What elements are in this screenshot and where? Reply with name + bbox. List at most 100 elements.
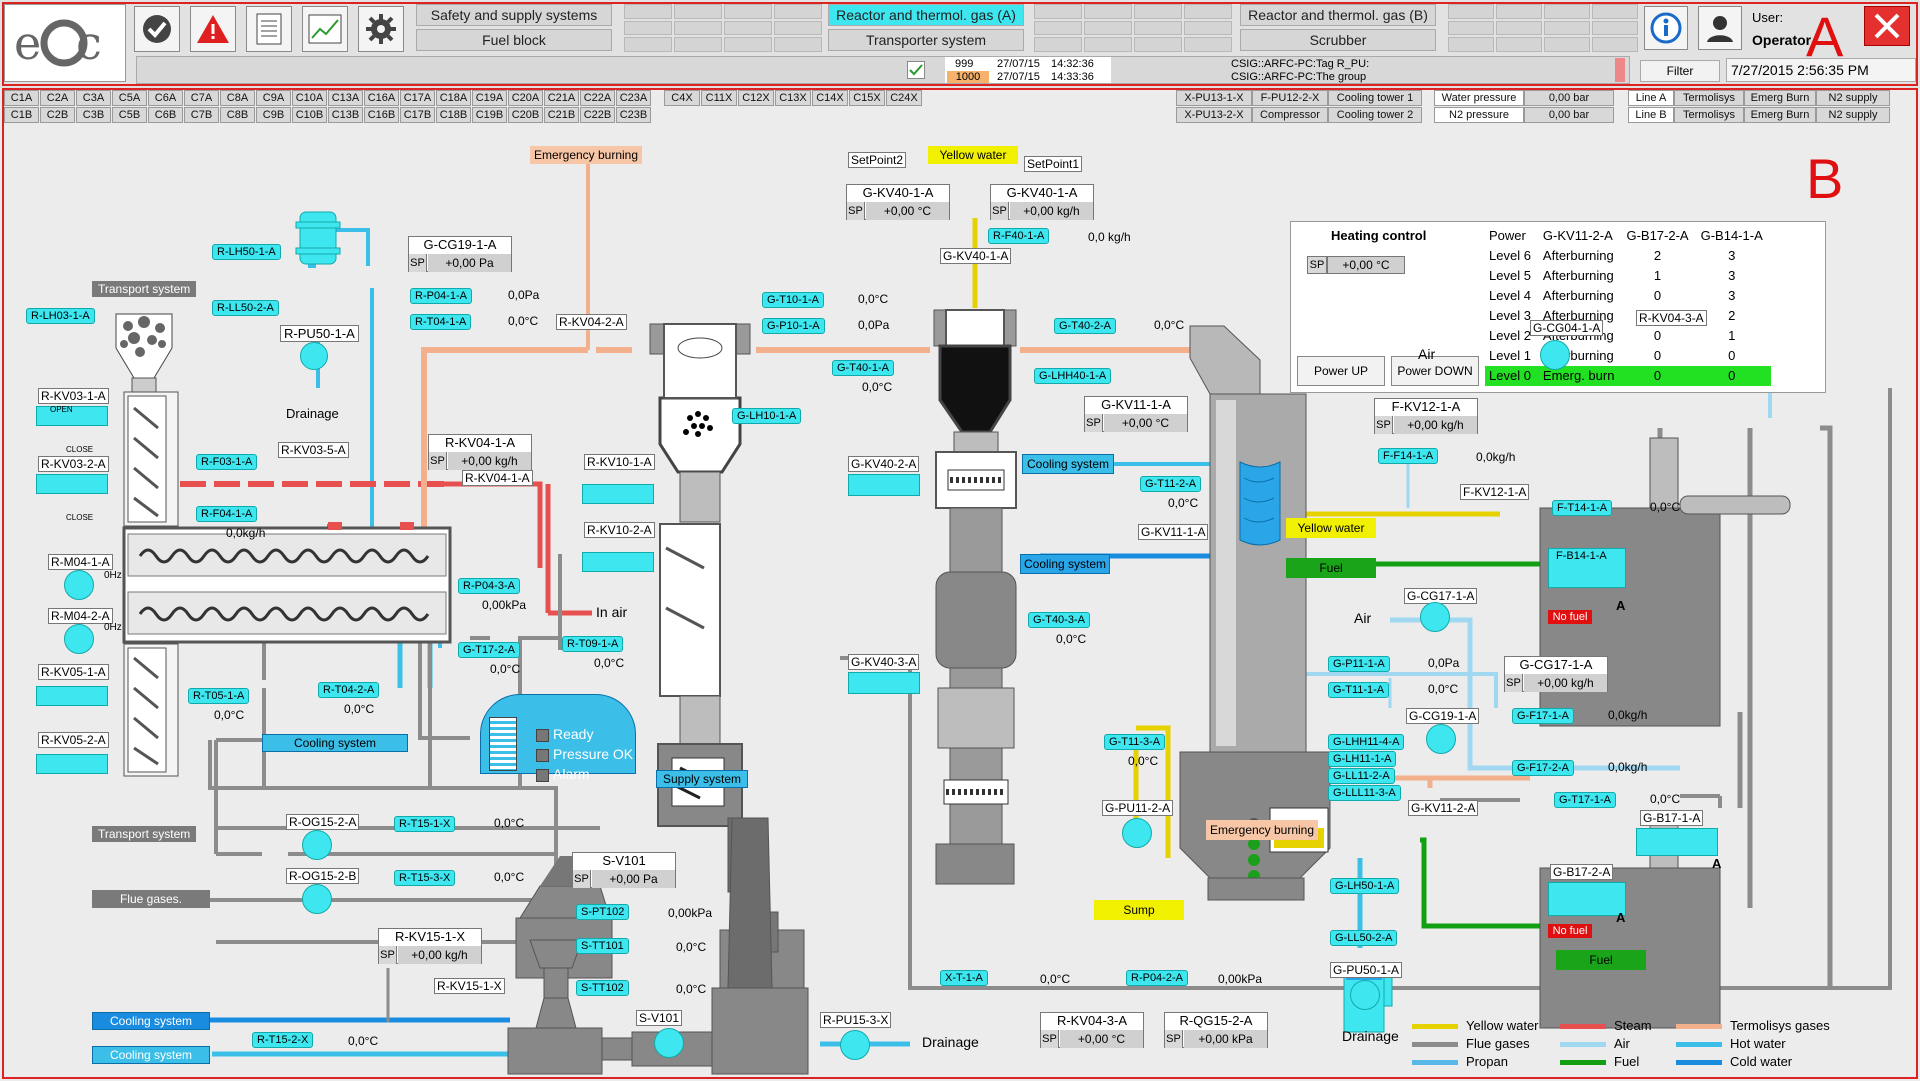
flue-gases-box[interactable]: Flue gases. — [92, 890, 210, 908]
sump-box[interactable]: Sump — [1094, 900, 1184, 920]
tag-s-pt102[interactable]: S-PT102 — [576, 904, 630, 920]
yellow-water-top[interactable]: Yellow water — [928, 146, 1018, 164]
tag-r-f40[interactable]: R-F40-1-A — [988, 228, 1050, 244]
sp-r-kv04[interactable]: R-KV04-1-A SP +0,00 kg/h — [428, 434, 532, 470]
transport-system-bottom[interactable]: Transport system — [92, 826, 197, 842]
tag-r-t09[interactable]: R-T09-1-A — [562, 636, 624, 652]
trend-chart-icon[interactable] — [302, 6, 348, 52]
report-icon[interactable] — [246, 6, 292, 52]
tag-x-t-1[interactable]: X-T-1-A — [940, 970, 988, 986]
heating-level-row[interactable]: Level 0 Emerg. burn 0 0 — [1485, 366, 1771, 386]
sp-r-kv04-3[interactable]: R-KV04-3-A SP +0,00 °C — [1040, 1012, 1144, 1048]
burner-g-b17-2[interactable] — [1548, 882, 1626, 916]
tag-g-lhh11[interactable]: G-LHH11-4-A — [1328, 734, 1405, 750]
tag-g-t17-1[interactable]: G-T17-1-A — [1554, 792, 1616, 808]
tag-r-t15-1[interactable]: R-T15-1-X — [394, 816, 456, 832]
tag-r-f03[interactable]: R-F03-1-A — [196, 454, 258, 470]
burner-g-b17-1[interactable] — [1636, 828, 1718, 856]
yellow-water-right[interactable]: Yellow water — [1286, 518, 1376, 538]
emergency-burning-1[interactable]: Emergency burning — [530, 146, 642, 164]
tag-g-lh11[interactable]: G-LH11-1-A — [1328, 751, 1397, 767]
close-icon[interactable] — [1864, 6, 1910, 46]
acknowledge-icon[interactable] — [134, 6, 180, 52]
blower-g-cg17-icon[interactable] — [1420, 602, 1450, 632]
alarm-ack-icon[interactable] — [907, 61, 925, 79]
tag-g-f17-2[interactable]: G-F17-2-A — [1512, 760, 1574, 776]
nav-scrubber[interactable]: Scrubber — [1240, 29, 1436, 51]
tag-r-ll50[interactable]: R-LL50-2-A — [212, 300, 279, 316]
tag-g-t10[interactable]: G-T10-1-A — [762, 292, 824, 308]
sp-r-qg15[interactable]: R-QG15-2-A SP +0,00 kPa — [1164, 1012, 1268, 1048]
sp-g-kv40-temp[interactable]: G-KV40-1-A SP +0,00 °C — [846, 184, 950, 220]
pump-s-v101-icon[interactable] — [654, 1028, 684, 1058]
tag-r-t15-2[interactable]: R-T15-2-X — [252, 1032, 314, 1048]
sp-r-kv15[interactable]: R-KV15-1-X SP +0,00 kg/h — [378, 928, 482, 964]
pump-r-pu15-icon[interactable] — [840, 1030, 870, 1060]
heating-level-row[interactable]: Level 4 Afterburning 0 3 — [1485, 286, 1771, 306]
info-icon[interactable] — [1644, 6, 1688, 50]
cooling-system-4[interactable]: Cooling system — [92, 1012, 210, 1030]
heating-sp-value[interactable]: +0,00 °C — [1327, 256, 1405, 274]
sp-g-kv40-flow[interactable]: G-KV40-1-A SP +0,00 kg/h — [990, 184, 1094, 220]
cooling-system-2[interactable]: Cooling system — [1022, 454, 1114, 474]
nav-transporter[interactable]: Transporter system — [828, 29, 1024, 51]
tag-r-p04-2[interactable]: R-P04-2-A — [1126, 970, 1188, 986]
heating-level-row[interactable]: Level 5 Afterburning 1 3 — [1485, 266, 1771, 286]
cooling-system-3[interactable]: Cooling system — [1020, 554, 1110, 574]
tag-g-lh50[interactable]: G-LH50-1-A — [1330, 878, 1400, 894]
tag-g-ll11[interactable]: G-LL11-2-A — [1328, 768, 1395, 784]
supply-system-button[interactable]: Supply system — [656, 770, 748, 788]
tag-g-p10[interactable]: G-P10-1-A — [762, 318, 825, 334]
blower-g-cg19-icon[interactable] — [1426, 724, 1456, 754]
sp-g-cg19[interactable]: G-CG19-1-A SP +0,00 Pa — [408, 236, 512, 272]
valve-kv05-2[interactable] — [36, 754, 108, 774]
valve-kv03-2[interactable] — [36, 474, 108, 494]
tag-r-f04[interactable]: R-F04-1-A — [196, 506, 258, 522]
settings-gear-icon[interactable] — [358, 6, 404, 52]
tag-r-p04-3[interactable]: R-P04-3-A — [458, 578, 520, 594]
tag-g-t40-3[interactable]: G-T40-3-A — [1028, 612, 1090, 628]
tag-f-f14[interactable]: F-F14-1-A — [1378, 448, 1439, 464]
tag-g-t40-1[interactable]: G-T40-1-A — [832, 360, 894, 376]
sp-f-kv12[interactable]: F-KV12-1-A SP +0,00 kg/h — [1374, 398, 1478, 434]
valve-kv05-1[interactable] — [36, 686, 108, 706]
nav-reactor-a[interactable]: Reactor and thermol. gas (A) — [828, 4, 1024, 26]
tag-s-tt101[interactable]: S-TT101 — [576, 938, 629, 954]
tag-f-t14[interactable]: F-T14-1-A — [1552, 500, 1613, 516]
power-up-button[interactable]: Power UP — [1297, 356, 1385, 386]
tag-s-tt102[interactable]: S-TT102 — [576, 980, 629, 996]
tag-g-lll11[interactable]: G-LLL11-3-A — [1328, 785, 1401, 801]
emergency-burning-2[interactable]: Emergency burning — [1206, 820, 1318, 840]
cooling-system-1[interactable]: Cooling system — [262, 734, 408, 752]
heating-level-row[interactable]: Level 2Afterburning01 — [1485, 326, 1771, 346]
tag-r-t05[interactable]: R-T05-1-A — [188, 688, 250, 704]
blower-r-og15-a-icon[interactable] — [302, 830, 332, 860]
filter-button[interactable]: Filter — [1640, 60, 1720, 82]
alarm-scrollbar[interactable] — [1615, 58, 1625, 82]
heating-level-row[interactable]: Level 6 Afterburning 2 3 — [1485, 246, 1771, 266]
heating-level-row[interactable]: Level 1 Afterburning 0 0 — [1485, 346, 1771, 366]
motor-r-m04-1-icon[interactable] — [64, 570, 94, 600]
tag-g-t11-3[interactable]: G-T11-3-A — [1104, 734, 1166, 750]
tag-r-t04-1[interactable]: R-T04-1-A — [410, 314, 472, 330]
sp-g-kv11[interactable]: G-KV11-1-A SP +0,00 °C — [1084, 396, 1188, 432]
pump-g-pu50-icon[interactable] — [1350, 980, 1380, 1010]
blower-r-og15-b-icon[interactable] — [302, 884, 332, 914]
tag-g-t17-2[interactable]: G-T17-2-A — [458, 642, 520, 658]
pump-g-pu11-icon[interactable] — [1122, 818, 1152, 848]
tag-r-t04-2[interactable]: R-T04-2-A — [318, 682, 380, 698]
valve-kv10-2[interactable] — [582, 552, 654, 572]
sp-s-v101[interactable]: S-V101 SP +0,00 Pa — [572, 852, 676, 888]
blower-g-cg04-icon[interactable] — [1540, 340, 1570, 370]
nav-reactor-b[interactable]: Reactor and thermol. gas (B) — [1240, 4, 1436, 26]
transport-system-top[interactable]: Transport system — [92, 281, 197, 297]
fuel-box-1[interactable]: Fuel — [1286, 558, 1376, 578]
tag-g-lhh40[interactable]: G-LHH40-1-A — [1034, 368, 1112, 384]
tag-g-p11[interactable]: G-P11-1-A — [1328, 656, 1390, 672]
valve-kv10-1[interactable] — [582, 484, 654, 504]
heating-level-row[interactable]: Level 3Afterburning02 — [1485, 306, 1771, 326]
tag-r-t15-3[interactable]: R-T15-3-X — [394, 870, 456, 886]
tag-g-t40-2[interactable]: G-T40-2-A — [1054, 318, 1116, 334]
tag-g-f17[interactable]: G-F17-1-A — [1512, 708, 1574, 724]
warning-icon[interactable] — [190, 6, 236, 52]
